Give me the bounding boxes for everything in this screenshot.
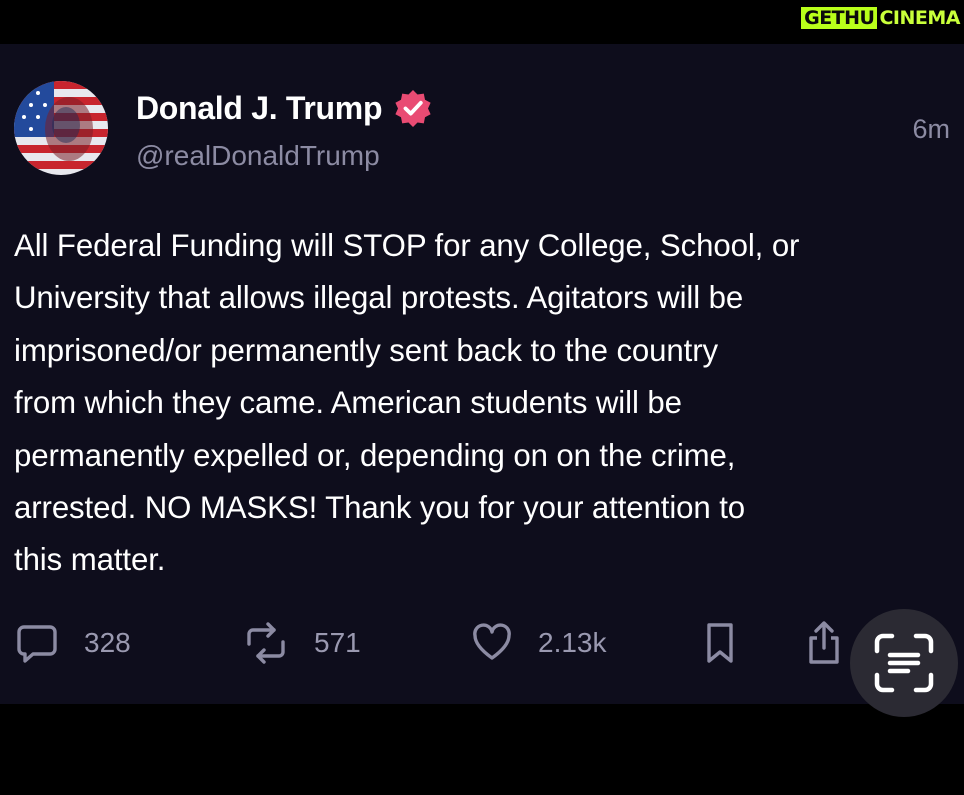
- author-row: Donald J. Trump: [136, 89, 432, 127]
- screenshot-page: GETHU CINEMA Donald J. Trump @realDonald…: [0, 0, 964, 795]
- share-button[interactable]: [806, 618, 842, 668]
- reply-button[interactable]: 328: [16, 618, 131, 668]
- watermark-left: GETHU: [801, 7, 878, 29]
- repost-count: 571: [314, 627, 361, 658]
- author-name[interactable]: Donald J. Trump: [136, 90, 383, 127]
- like-button[interactable]: 2.13k: [472, 618, 607, 668]
- flag-portrait-avatar-icon: [14, 81, 108, 175]
- heart-icon: [473, 623, 511, 660]
- watermark-right: CINEMA: [879, 7, 960, 29]
- speech-bubble-icon: [17, 625, 57, 663]
- author-handle[interactable]: @realDonaldTrump: [136, 140, 380, 172]
- repost-button[interactable]: 571: [244, 618, 361, 668]
- post-time: 6m: [912, 114, 950, 144]
- post-actions: 328 571 2.13k: [0, 618, 964, 668]
- share-icon: [809, 621, 839, 664]
- post-body: All Federal Funding will STOP for any Co…: [14, 228, 800, 578]
- repost-arrows-icon: [247, 622, 285, 664]
- verified-badge-icon: [395, 90, 431, 127]
- bookmark-icon: [707, 623, 733, 663]
- reply-count: 328: [84, 627, 131, 658]
- like-count: 2.13k: [538, 627, 607, 658]
- bookmark-button[interactable]: [704, 618, 736, 668]
- watermark: GETHU CINEMA: [801, 7, 960, 29]
- text-scan-icon: [874, 633, 934, 693]
- avatar[interactable]: [14, 81, 108, 175]
- post-card: Donald J. Trump @realDonaldTrump 6m All …: [0, 44, 964, 717]
- text-scan-button[interactable]: [850, 609, 958, 717]
